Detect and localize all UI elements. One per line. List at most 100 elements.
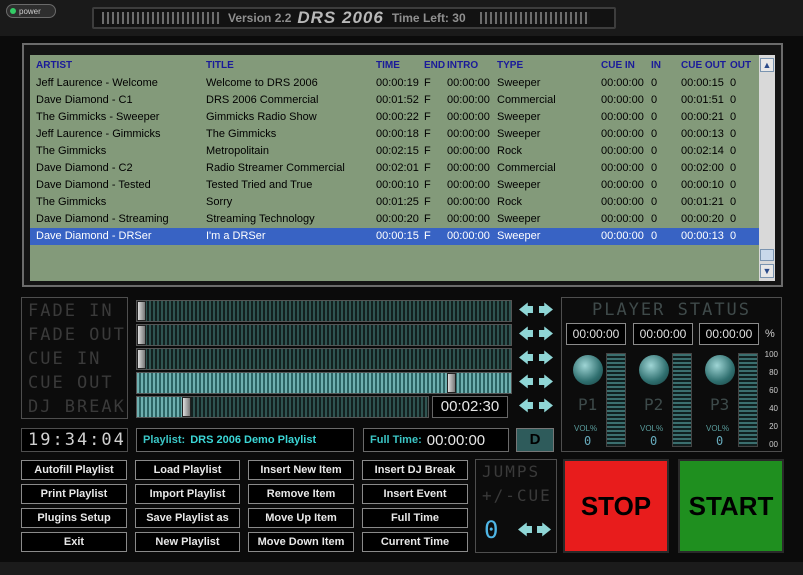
- fade-out-slider-handle[interactable]: [137, 325, 146, 345]
- column-header[interactable]: TITLE: [206, 60, 234, 71]
- column-header[interactable]: TYPE: [497, 60, 523, 71]
- jump-forward-icon[interactable]: 🡆: [535, 522, 553, 540]
- p1-dial-icon[interactable]: [573, 355, 603, 385]
- insert-event-button[interactable]: Insert Event: [362, 484, 468, 504]
- fade-in-slider[interactable]: [136, 300, 512, 322]
- table-row[interactable]: The Gimmicks Sorry 00:01:25 F 00:00:00 Rock 00…: [30, 194, 759, 211]
- table-row[interactable]: Jeff Laurence - Welcome Welcome to DRS 20…: [30, 75, 759, 92]
- table-cell-cue-out: 00:01:21: [681, 196, 724, 208]
- fade-in-slider-handle[interactable]: [137, 301, 146, 321]
- remove-item-button[interactable]: Remove Item: [248, 484, 354, 504]
- table-row[interactable]: Dave Diamond - C2 Radio Streamer Commerci…: [30, 160, 759, 177]
- table-cell-cue-out: 00:00:13: [681, 230, 724, 242]
- move-up-item-button[interactable]: Move Up Item: [248, 508, 354, 528]
- table-cell-artist: Dave Diamond - Streaming: [36, 213, 169, 225]
- full-time-button[interactable]: Full Time: [362, 508, 468, 528]
- exit-button[interactable]: Exit: [21, 532, 127, 552]
- start-button[interactable]: START: [678, 459, 784, 553]
- table-cell-time: 00:01:52: [376, 94, 419, 106]
- p2-volume-bar[interactable]: [672, 353, 692, 447]
- arrow-right-icon[interactable]: 🡆: [537, 398, 555, 416]
- jumps-panel: JUMPS +/-CUE 0 🡄 🡆: [475, 459, 557, 553]
- column-header[interactable]: OUT: [730, 60, 751, 71]
- current-time-button[interactable]: Current Time: [362, 532, 468, 552]
- cue-out-slider-handle[interactable]: [447, 373, 456, 393]
- dj-break-slider[interactable]: [136, 396, 429, 418]
- p1-volume-bar[interactable]: [606, 353, 626, 447]
- p3-volume-bar[interactable]: [738, 353, 758, 447]
- column-header[interactable]: ARTIST: [36, 60, 72, 71]
- table-cell-in: 0: [651, 145, 658, 157]
- move-down-item-button[interactable]: Move Down Item: [248, 532, 354, 552]
- autofill-playlist-button[interactable]: Autofill Playlist: [21, 460, 127, 480]
- column-header[interactable]: END: [424, 60, 445, 71]
- table-cell-cue-in: 00:00:00: [601, 179, 644, 191]
- arrow-left-icon[interactable]: 🡄: [517, 350, 535, 368]
- bottom-strip: [0, 562, 803, 575]
- scale-100: 100: [764, 350, 778, 359]
- dj-break-slider-handle[interactable]: [182, 397, 191, 417]
- table-cell-artist: Dave Diamond - C1: [36, 94, 133, 106]
- playlist-label: Playlist:: [143, 434, 186, 446]
- table-cell-title: Gimmicks Radio Show: [206, 111, 317, 123]
- table-cell-end: F: [424, 230, 431, 242]
- cue-in-slider[interactable]: [136, 348, 512, 370]
- p2-dial-icon[interactable]: [639, 355, 669, 385]
- table-scrollbar[interactable]: ▲ ▼: [759, 55, 775, 281]
- load-playlist-button[interactable]: Load Playlist: [135, 460, 240, 480]
- table-cell-artist: The Gimmicks: [36, 196, 107, 208]
- arrow-right-icon[interactable]: 🡆: [537, 302, 555, 320]
- arrow-left-icon[interactable]: 🡄: [517, 398, 535, 416]
- playlist-frame: ARTIST TITLE TIME END INTRO TYPE CUE IN IN CUE O…: [22, 43, 783, 287]
- table-row[interactable]: Dave Diamond - C1 DRS 2006 Commercial 00:0…: [30, 92, 759, 109]
- table-row[interactable]: The Gimmicks - Sweeper Gimmicks Radio Sho…: [30, 109, 759, 126]
- table-row[interactable]: Dave Diamond - DRSer I'm a DRSer 00:00:15 F…: [30, 228, 759, 245]
- cue-out-slider[interactable]: [136, 372, 512, 394]
- column-header[interactable]: IN: [651, 60, 661, 71]
- table-cell-type: Sweeper: [497, 179, 541, 191]
- p3-time: 00:00:00: [699, 323, 759, 345]
- power-button[interactable]: power: [6, 4, 56, 18]
- stop-button[interactable]: STOP: [563, 459, 669, 553]
- new-playlist-button[interactable]: New Playlist: [135, 532, 240, 552]
- column-header[interactable]: CUE IN: [601, 60, 635, 71]
- arrow-right-icon[interactable]: 🡆: [537, 374, 555, 392]
- column-header[interactable]: CUE OUT: [681, 60, 726, 71]
- fade-out-slider[interactable]: [136, 324, 512, 346]
- table-cell-intro: 00:00:00: [447, 230, 490, 242]
- grip-left: [102, 12, 220, 24]
- scroll-thumb[interactable]: [760, 249, 774, 261]
- table-cell-type: Commercial: [497, 162, 556, 174]
- arrow-left-icon[interactable]: 🡄: [517, 374, 535, 392]
- p3-dial-icon[interactable]: [705, 355, 735, 385]
- print-playlist-button[interactable]: Print Playlist: [21, 484, 127, 504]
- table-row[interactable]: Dave Diamond - Tested Tested Tried and Tr…: [30, 177, 759, 194]
- arrow-right-icon[interactable]: 🡆: [537, 326, 555, 344]
- d-button[interactable]: D: [516, 428, 554, 452]
- playlist-table[interactable]: ARTIST TITLE TIME END INTRO TYPE CUE IN IN CUE O…: [30, 55, 759, 281]
- fade-out-label: FADE OUT: [28, 325, 126, 345]
- table-cell-artist: Dave Diamond - Tested: [36, 179, 151, 191]
- save-playlist-as-button[interactable]: Save Playlist as: [135, 508, 240, 528]
- column-header[interactable]: TIME: [376, 60, 400, 71]
- arrow-left-icon[interactable]: 🡄: [517, 302, 535, 320]
- table-row[interactable]: The Gimmicks Metropolitain 00:02:15 F 00:00:…: [30, 143, 759, 160]
- jump-back-icon[interactable]: 🡄: [516, 522, 534, 540]
- power-label: power: [19, 6, 41, 16]
- scroll-down-icon[interactable]: ▼: [760, 264, 774, 278]
- cue-in-slider-handle[interactable]: [137, 349, 146, 369]
- table-cell-end: F: [424, 111, 431, 123]
- insert-new-item-button[interactable]: Insert New Item: [248, 460, 354, 480]
- insert-dj-break-button[interactable]: Insert DJ Break: [362, 460, 468, 480]
- scroll-up-icon[interactable]: ▲: [760, 58, 774, 72]
- column-header[interactable]: INTRO: [447, 60, 478, 71]
- table-row[interactable]: Dave Diamond - Streaming Streaming Techno…: [30, 211, 759, 228]
- table-cell-out: 0: [730, 230, 737, 242]
- arrow-right-icon[interactable]: 🡆: [537, 350, 555, 368]
- import-playlist-button[interactable]: Import Playlist: [135, 484, 240, 504]
- p2-vol-label: VOL%: [640, 424, 664, 433]
- plugins-setup-button[interactable]: Plugins Setup: [21, 508, 127, 528]
- percent-label: %: [765, 328, 775, 340]
- table-row[interactable]: Jeff Laurence - Gimmicks The Gimmicks 00:0…: [30, 126, 759, 143]
- arrow-left-icon[interactable]: 🡄: [517, 326, 535, 344]
